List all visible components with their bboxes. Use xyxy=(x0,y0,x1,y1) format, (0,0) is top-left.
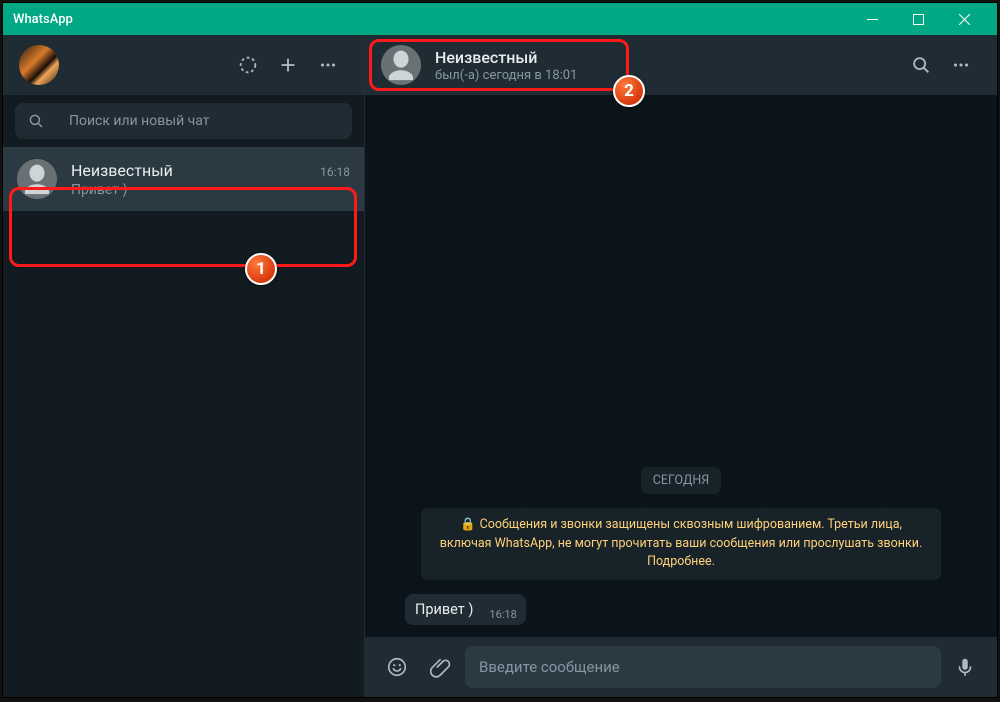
window-minimize-button[interactable] xyxy=(849,3,895,35)
app-title: WhatsApp xyxy=(13,12,73,27)
message-input-placeholder: Введите сообщение xyxy=(479,658,620,676)
new-chat-button[interactable] xyxy=(268,45,308,85)
chat-contact-status: был(-а) сегодня в 18:01 xyxy=(435,68,577,83)
message-bubble[interactable]: Привет ) 16:18 xyxy=(405,594,526,625)
voice-message-button[interactable] xyxy=(945,647,985,687)
date-separator: СЕГОДНЯ xyxy=(641,467,721,494)
minimize-icon xyxy=(867,14,878,25)
status-icon xyxy=(237,54,259,76)
main-area: Поиск или новый чат Неизвестный 16:18 xyxy=(3,35,997,697)
paperclip-icon xyxy=(430,656,452,678)
emoji-button[interactable] xyxy=(377,647,417,687)
chat-contact-avatar[interactable] xyxy=(381,45,421,85)
smiley-icon xyxy=(386,656,408,678)
chat-pane: Неизвестный был(-а) сегодня в 18:01 2 СЕ… xyxy=(365,35,997,697)
app-window: WhatsApp xyxy=(2,2,998,698)
person-icon xyxy=(17,159,57,199)
message-composer: Введите сообщение xyxy=(365,637,997,697)
encryption-notice-text: Сообщения и звонки защищены сквозным шиф… xyxy=(440,517,923,570)
contact-avatar xyxy=(17,159,57,199)
chat-menu-button[interactable] xyxy=(941,45,981,85)
chat-list-item[interactable]: Неизвестный 16:18 Привет ) xyxy=(3,147,364,211)
title-bar: WhatsApp xyxy=(3,3,997,35)
messages-area[interactable]: СЕГОДНЯ 🔒Сообщения и звонки защищены скв… xyxy=(365,95,997,637)
window-close-button[interactable] xyxy=(941,3,987,35)
encryption-notice[interactable]: 🔒Сообщения и звонки защищены сквозным ши… xyxy=(421,508,941,580)
chat-search-button[interactable] xyxy=(901,45,941,85)
plus-icon xyxy=(277,54,299,76)
chat-header-title-block: Неизвестный был(-а) сегодня в 18:01 xyxy=(435,48,577,83)
message-text: Привет ) xyxy=(415,601,473,618)
chat-item-info: Неизвестный 16:18 Привет ) xyxy=(71,161,350,198)
search-container: Поиск или новый чат xyxy=(3,95,364,147)
chat-header[interactable]: Неизвестный был(-а) сегодня в 18:01 2 xyxy=(365,35,997,95)
message-row: Привет ) 16:18 xyxy=(405,594,957,625)
maximize-icon xyxy=(913,14,924,25)
sidebar-header xyxy=(3,35,364,95)
chat-item-preview: Привет ) xyxy=(71,182,350,198)
message-input[interactable]: Введите сообщение xyxy=(465,646,941,688)
message-time: 16:18 xyxy=(489,608,516,621)
chat-item-name: Неизвестный xyxy=(71,161,173,180)
search-icon xyxy=(27,112,45,130)
chat-item-time: 16:18 xyxy=(320,165,350,179)
microphone-icon xyxy=(954,656,976,678)
search-icon xyxy=(910,54,932,76)
profile-avatar[interactable] xyxy=(19,45,59,85)
sidebar: Поиск или новый чат Неизвестный 16:18 xyxy=(3,35,365,697)
dots-horizontal-icon xyxy=(317,54,339,76)
search-placeholder: Поиск или новый чат xyxy=(69,113,210,129)
lock-icon: 🔒 xyxy=(460,517,476,532)
chat-contact-name: Неизвестный xyxy=(435,48,577,67)
person-icon xyxy=(381,45,421,85)
close-icon xyxy=(959,14,970,25)
chat-list: Неизвестный 16:18 Привет ) xyxy=(3,147,364,697)
status-button[interactable] xyxy=(228,45,268,85)
search-input[interactable]: Поиск или новый чат xyxy=(15,103,352,139)
dots-horizontal-icon xyxy=(950,54,972,76)
attach-button[interactable] xyxy=(421,647,461,687)
window-maximize-button[interactable] xyxy=(895,3,941,35)
menu-button[interactable] xyxy=(308,45,348,85)
